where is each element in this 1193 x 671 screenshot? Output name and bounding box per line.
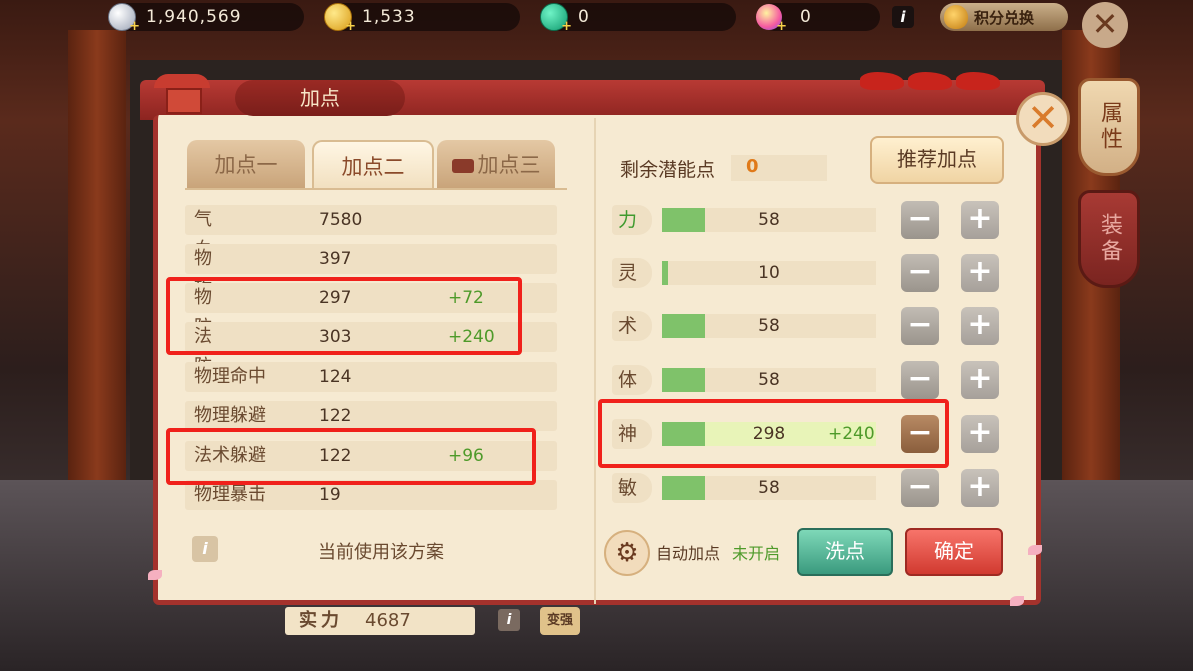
top-resource-bar: 1,940,569 1,533 0 0 i 积分兑换: [0, 0, 1193, 34]
attr-label: 体: [612, 365, 652, 395]
stat-name: 物理躲避: [194, 405, 266, 426]
stat-row-phys-dodge: 物理躲避 122: [185, 401, 557, 431]
tab-plan-three-label: 加点三: [477, 153, 541, 177]
minus-button-strength[interactable]: −: [901, 201, 939, 239]
attr-label: 灵: [612, 258, 652, 288]
minus-button-ling[interactable]: −: [901, 254, 939, 292]
attr-value: 58: [758, 210, 780, 230]
window-close-icon[interactable]: ✕: [1082, 2, 1128, 48]
silver-resource[interactable]: 1,940,569: [108, 3, 304, 34]
attr-label: 敏: [612, 473, 652, 503]
attr-row-agility: 敏 58: [612, 473, 876, 507]
reset-points-button[interactable]: 洗点: [797, 528, 893, 576]
points-exchange-label: 积分兑换: [974, 8, 1035, 27]
stat-value: 124: [319, 367, 352, 387]
pagoda-icon: [152, 66, 212, 114]
petal-decoration-icon: [1028, 545, 1042, 555]
plus-button-ling[interactable]: +: [961, 254, 999, 292]
auto-allocate-label: 自动加点: [656, 544, 721, 563]
highlight-box-defense: [166, 277, 522, 355]
attr-value: 58: [758, 316, 780, 336]
gem-drop-icon: [756, 4, 788, 34]
gold-coin-icon: [324, 3, 357, 34]
attr-row-strength: 力 58: [612, 205, 876, 239]
stat-name: 物理命中: [194, 366, 266, 387]
upgrade-button[interactable]: 变强: [540, 607, 580, 635]
lock-icon: [451, 159, 474, 173]
scheme-info-icon[interactable]: i: [192, 536, 218, 562]
auto-allocate-gear-icon[interactable]: ⚙: [604, 530, 650, 576]
attr-label: 力: [612, 205, 652, 235]
attr-bar: 58: [662, 208, 876, 232]
attr-value: 58: [758, 478, 780, 498]
attr-bar: 58: [662, 314, 876, 338]
panel-divider: [594, 118, 596, 604]
attr-bar: 10: [662, 261, 876, 285]
gem-amount: 0: [800, 7, 812, 27]
minus-button-spirit[interactable]: −: [901, 415, 939, 453]
jade-amount: 0: [578, 7, 590, 27]
attr-value: 58: [758, 370, 780, 390]
petal-decoration-icon: [1010, 596, 1024, 606]
tab-plan-two[interactable]: 加点二: [312, 140, 434, 190]
auto-allocate-state: 未开启: [732, 544, 781, 563]
money-bag-icon: [944, 5, 968, 29]
attr-row-agility-spirit: 灵 10: [612, 258, 876, 292]
side-tab-equipment[interactable]: 装备: [1078, 190, 1140, 288]
stat-row-phys-hit: 物理命中 124: [185, 362, 557, 392]
confirm-button[interactable]: 确定: [905, 528, 1003, 576]
attr-row-body: 体 58: [612, 365, 876, 399]
panel-title: 加点: [235, 80, 405, 116]
stat-value: 397: [319, 249, 352, 269]
minus-button-agility[interactable]: −: [901, 469, 939, 507]
stat-value: 122: [319, 406, 352, 426]
power-value: 4687: [365, 610, 411, 631]
gem-resource[interactable]: 0: [756, 3, 880, 34]
attr-bar: 298 +240: [662, 422, 876, 446]
attr-bar: 58: [662, 476, 876, 500]
power-display: 实力 4687: [285, 607, 475, 635]
gold-resource[interactable]: 1,533: [324, 3, 520, 34]
tab-plan-one[interactable]: 加点一: [187, 140, 305, 188]
highlight-box-magic-dodge: [166, 428, 536, 485]
side-tab-attributes[interactable]: 属性: [1078, 78, 1140, 176]
plus-button-agility[interactable]: +: [961, 469, 999, 507]
silver-coin-icon: [108, 3, 141, 34]
tab-underline: [185, 188, 567, 190]
jade-icon: [540, 3, 573, 34]
attr-row-magic: 术 58: [612, 311, 876, 345]
attr-label: 术: [612, 311, 652, 341]
potential-points-label: 剩余潜能点: [620, 159, 716, 181]
attr-value: 10: [758, 263, 780, 283]
attr-bonus: +240: [828, 424, 875, 444]
stat-row-phys-attack: 物攻 397: [185, 244, 557, 299]
plus-button-magic[interactable]: +: [961, 307, 999, 345]
power-info-icon[interactable]: i: [498, 609, 520, 631]
gold-amount: 1,533: [362, 7, 416, 27]
minus-button-body[interactable]: −: [901, 361, 939, 399]
jade-resource[interactable]: 0: [540, 3, 736, 34]
potential-points-value: 0: [746, 156, 759, 177]
recommend-points-button[interactable]: 推荐加点: [870, 136, 1004, 184]
info-icon[interactable]: i: [892, 6, 914, 28]
panel-close-icon[interactable]: ✕: [1016, 92, 1070, 146]
stat-value: 7580: [319, 210, 363, 230]
tab-plan-three[interactable]: 加点三: [437, 140, 555, 188]
power-label: 实力: [299, 610, 343, 631]
plus-button-strength[interactable]: +: [961, 201, 999, 239]
silver-amount: 1,940,569: [146, 7, 242, 27]
plus-button-body[interactable]: +: [961, 361, 999, 399]
attr-bar: 58: [662, 368, 876, 392]
petal-decoration-icon: [148, 570, 162, 580]
background-pillar-left: [68, 30, 126, 510]
plus-button-spirit[interactable]: +: [961, 415, 999, 453]
current-scheme-text: 当前使用该方案: [318, 542, 444, 563]
horses-decoration-icon: [860, 72, 1020, 108]
attr-row-spirit: 神 298 +240: [612, 419, 876, 453]
points-exchange-button[interactable]: 积分兑换: [940, 3, 1068, 31]
attr-label: 神: [612, 419, 652, 449]
minus-button-magic[interactable]: −: [901, 307, 939, 345]
stat-row-hp: 气血 7580: [185, 205, 557, 260]
